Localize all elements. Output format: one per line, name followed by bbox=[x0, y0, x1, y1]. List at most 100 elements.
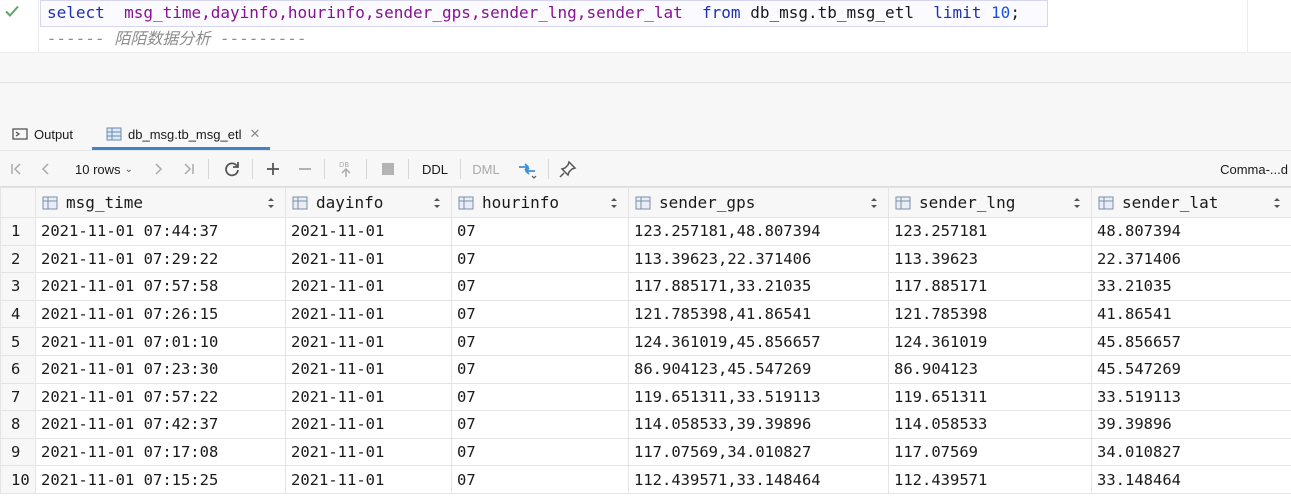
table-cell[interactable]: 124.361019 bbox=[888, 327, 1092, 356]
column-header[interactable]: sender_lat bbox=[1091, 187, 1291, 218]
table-cell[interactable]: 121.785398,41.86541 bbox=[628, 299, 889, 329]
column-header[interactable]: msg_time bbox=[35, 187, 286, 218]
column-header[interactable]: sender_lng bbox=[888, 187, 1092, 218]
rows-per-page-select[interactable]: 10 rows ⌄ bbox=[66, 151, 142, 187]
table-cell[interactable]: 86.904123,45.547269 bbox=[628, 354, 889, 384]
table-cell[interactable]: 2021-11-01 bbox=[285, 244, 452, 274]
sort-icon[interactable] bbox=[870, 196, 878, 210]
table-cell[interactable]: 119.651311,33.519113 bbox=[628, 382, 889, 412]
table-cell[interactable]: 2021-11-01 bbox=[285, 465, 452, 494]
table-cell[interactable]: 22.371406 bbox=[1091, 244, 1291, 274]
delete-row-button[interactable] bbox=[294, 151, 316, 187]
table-cell[interactable]: 2021-11-01 07:44:37 bbox=[35, 217, 286, 246]
last-page-button[interactable] bbox=[178, 151, 200, 187]
table-cell[interactable]: 2021-11-01 bbox=[285, 410, 452, 439]
row-number[interactable]: 2 bbox=[0, 244, 36, 274]
table-cell[interactable]: 113.39623,22.371406 bbox=[628, 244, 889, 274]
table-cell[interactable]: 39.39896 bbox=[1091, 410, 1291, 439]
table-cell[interactable]: 124.361019,45.856657 bbox=[628, 327, 889, 356]
table-cell[interactable]: 33.21035 bbox=[1091, 272, 1291, 301]
table-row[interactable]: 5 2021-11-01 07:01:10 2021-11-01 07 124.3610… bbox=[0, 327, 1291, 356]
row-number[interactable]: 10 bbox=[0, 465, 36, 494]
table-cell[interactable]: 07 bbox=[451, 354, 629, 384]
table-cell[interactable]: 117.07569 bbox=[888, 437, 1092, 467]
table-cell[interactable]: 114.058533,39.39896 bbox=[628, 410, 889, 439]
table-row[interactable]: 7 2021-11-01 07:57:22 2021-11-01 07 119.6513… bbox=[0, 382, 1291, 412]
table-row[interactable]: 3 2021-11-01 07:57:58 2021-11-01 07 117.8851… bbox=[0, 272, 1291, 301]
table-cell[interactable]: 2021-11-01 bbox=[285, 272, 452, 301]
table-cell[interactable]: 117.885171,33.21035 bbox=[628, 272, 889, 301]
table-cell[interactable]: 2021-11-01 07:57:58 bbox=[35, 272, 286, 301]
tab-output[interactable]: Output bbox=[12, 118, 73, 150]
table-cell[interactable]: 2021-11-01 bbox=[285, 437, 452, 467]
table-row[interactable]: 4 2021-11-01 07:26:15 2021-11-01 07 121.7853… bbox=[0, 299, 1291, 329]
results-grid[interactable]: msg_time dayinfo hourinfo sender_gps sen… bbox=[0, 187, 1291, 494]
table-cell[interactable]: 123.257181 bbox=[888, 217, 1092, 246]
table-cell[interactable]: 2021-11-01 bbox=[285, 217, 452, 246]
editor-empty-area[interactable] bbox=[0, 52, 1291, 82]
table-cell[interactable]: 2021-11-01 07:15:25 bbox=[35, 465, 286, 494]
row-number[interactable]: 4 bbox=[0, 299, 36, 329]
table-cell[interactable]: 86.904123 bbox=[888, 354, 1092, 384]
compare-button[interactable] bbox=[514, 151, 540, 187]
table-cell[interactable]: 112.439571 bbox=[888, 465, 1092, 494]
table-cell[interactable]: 48.807394 bbox=[1091, 217, 1291, 246]
table-cell[interactable]: 45.856657 bbox=[1091, 327, 1291, 356]
close-icon[interactable]: ✕ bbox=[249, 126, 260, 142]
table-cell[interactable]: 2021-11-01 07:01:10 bbox=[35, 327, 286, 356]
sql-line-1[interactable]: select msg_time,dayinfo,hourinfo,sender_… bbox=[47, 0, 1020, 26]
row-number[interactable]: 5 bbox=[0, 327, 36, 356]
sort-icon[interactable] bbox=[267, 196, 275, 210]
table-cell[interactable]: 2021-11-01 07:23:30 bbox=[35, 354, 286, 384]
table-cell[interactable]: 112.439571,33.148464 bbox=[628, 465, 889, 494]
table-cell[interactable]: 07 bbox=[451, 217, 629, 246]
table-cell[interactable]: 117.885171 bbox=[888, 272, 1092, 301]
table-row[interactable]: 10 2021-11-01 07:15:25 2021-11-01 07 112.439… bbox=[0, 465, 1291, 494]
tab-table-results[interactable]: db_msg.tb_msg_etl ✕ bbox=[92, 118, 271, 150]
sort-icon[interactable] bbox=[1073, 196, 1081, 210]
ddl-button[interactable]: DDL bbox=[416, 151, 454, 187]
row-number[interactable]: 8 bbox=[0, 410, 36, 439]
row-number[interactable]: 6 bbox=[0, 354, 36, 384]
next-page-button[interactable] bbox=[148, 151, 168, 187]
previous-page-button[interactable] bbox=[36, 151, 56, 187]
table-cell[interactable]: 2021-11-01 07:17:08 bbox=[35, 437, 286, 467]
table-cell[interactable]: 119.651311 bbox=[888, 382, 1092, 412]
table-cell[interactable]: 07 bbox=[451, 410, 629, 439]
table-cell[interactable]: 07 bbox=[451, 437, 629, 467]
table-cell[interactable]: 2021-11-01 bbox=[285, 382, 452, 412]
sort-icon[interactable] bbox=[610, 196, 618, 210]
table-cell[interactable]: 07 bbox=[451, 382, 629, 412]
table-cell[interactable]: 2021-11-01 07:26:15 bbox=[35, 299, 286, 329]
row-number[interactable]: 1 bbox=[0, 217, 36, 246]
sort-icon[interactable] bbox=[1273, 196, 1281, 210]
table-cell[interactable]: 2021-11-01 07:29:22 bbox=[35, 244, 286, 274]
table-cell[interactable]: 113.39623 bbox=[888, 244, 1092, 274]
table-cell[interactable]: 33.519113 bbox=[1091, 382, 1291, 412]
table-cell[interactable]: 07 bbox=[451, 465, 629, 494]
table-cell[interactable]: 07 bbox=[451, 327, 629, 356]
table-row[interactable]: 9 2021-11-01 07:17:08 2021-11-01 07 117.0756… bbox=[0, 437, 1291, 467]
submit-db-button[interactable]: DB bbox=[334, 151, 358, 187]
table-row[interactable]: 1 2021-11-01 07:44:37 2021-11-01 07 123.2571… bbox=[0, 217, 1291, 246]
table-row[interactable]: 2 2021-11-01 07:29:22 2021-11-01 07 113.3962… bbox=[0, 244, 1291, 274]
column-header[interactable]: dayinfo bbox=[285, 187, 452, 218]
table-cell[interactable]: 34.010827 bbox=[1091, 437, 1291, 467]
column-header[interactable]: hourinfo bbox=[451, 187, 629, 218]
table-cell[interactable]: 07 bbox=[451, 272, 629, 301]
table-cell[interactable]: 07 bbox=[451, 299, 629, 329]
table-cell[interactable]: 07 bbox=[451, 244, 629, 274]
first-page-button[interactable] bbox=[6, 151, 26, 187]
table-cell[interactable]: 2021-11-01 bbox=[285, 299, 452, 329]
extractor-select[interactable]: Comma-...d bbox=[1206, 151, 1290, 187]
row-number[interactable]: 3 bbox=[0, 272, 36, 301]
table-cell[interactable]: 45.547269 bbox=[1091, 354, 1291, 384]
pin-button[interactable] bbox=[556, 151, 580, 187]
table-cell[interactable]: 33.148464 bbox=[1091, 465, 1291, 494]
table-cell[interactable]: 2021-11-01 07:57:22 bbox=[35, 382, 286, 412]
table-cell[interactable]: 2021-11-01 07:42:37 bbox=[35, 410, 286, 439]
sql-comment-line[interactable]: ------ 陌陌数据分析 --------- bbox=[47, 26, 307, 52]
stop-button[interactable] bbox=[376, 151, 400, 187]
table-cell[interactable]: 114.058533 bbox=[888, 410, 1092, 439]
dml-button[interactable]: DML bbox=[466, 151, 506, 187]
